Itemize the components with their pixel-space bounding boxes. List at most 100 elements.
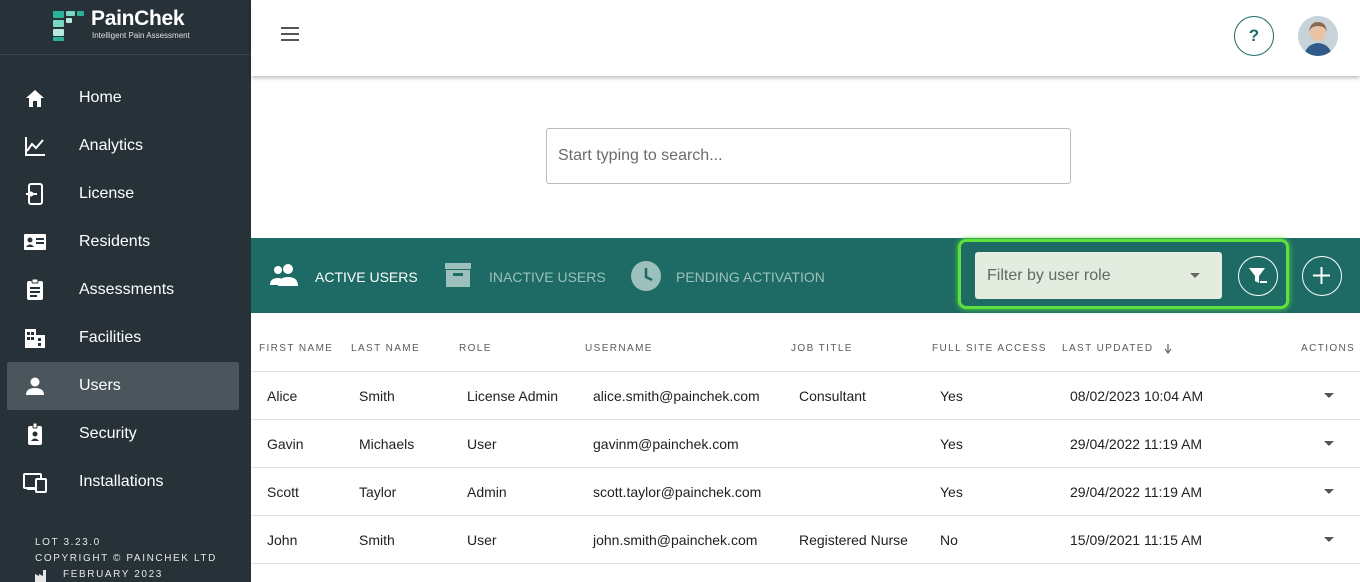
copyright-text: COPYRIGHT © PAINCHEK LTD — [35, 553, 217, 564]
cell-role: Admin — [467, 484, 507, 500]
sidebar-footer: LOT 3.23.0 COPYRIGHT © PAINCHEK LTD FEBR… — [35, 535, 217, 582]
avatar[interactable] — [1298, 16, 1338, 56]
sidebar-item-label: Facilities — [79, 329, 142, 346]
cell-last-name: Smith — [359, 388, 395, 404]
sidebar: PainChek Intelligent Pain Assessment Hom… — [0, 0, 251, 582]
tab-active-users[interactable]: ACTIVE USERS — [269, 238, 418, 313]
sidebar-item-label: Assessments — [79, 281, 175, 298]
release-date-row: FEBRUARY 2023 — [35, 567, 217, 582]
tab-pending-activation[interactable]: PENDING ACTIVATION — [630, 238, 830, 313]
add-user-button[interactable] — [1302, 256, 1342, 296]
cell-last-name: Smith — [359, 532, 395, 548]
cell-last-updated: 15/09/2021 11:15 AM — [1070, 532, 1203, 548]
painchek-logo-icon — [53, 11, 84, 41]
brand-name: PainChek — [91, 7, 185, 30]
cell-last-updated: 08/02/2023 10:04 AM — [1070, 388, 1204, 404]
clear-filter-button[interactable] — [1238, 256, 1278, 296]
release-date: FEBRUARY 2023 — [63, 569, 163, 580]
cell-role: User — [467, 436, 497, 452]
version-text: LOT 3.23.0 — [35, 537, 101, 548]
sidebar-item-license[interactable]: License — [7, 170, 239, 218]
tab-inactive-users[interactable]: INACTIVE USERS — [444, 238, 606, 313]
sidebar-item-label: Installations — [79, 473, 164, 490]
sidebar-item-label: Users — [79, 377, 121, 394]
cell-first-name: Alice — [267, 388, 298, 404]
top-header: ? — [251, 0, 1360, 76]
person-icon — [26, 377, 44, 395]
tab-label: ACTIVE USERS — [315, 269, 418, 285]
plus-icon — [1313, 267, 1330, 284]
row-actions-dropdown-icon[interactable] — [1324, 393, 1334, 398]
home-icon — [26, 90, 44, 107]
user-avatar-icon — [1298, 16, 1338, 56]
table-row[interactable]: Gavin Michaels User gavinm@painchek.com … — [251, 420, 1360, 468]
column-header-first-name[interactable]: FIRST NAME — [259, 343, 333, 354]
column-header-full-site-access[interactable]: FULL SITE ACCESS — [932, 343, 1047, 354]
factory-icon — [35, 570, 46, 582]
cell-username: alice.smith@painchek.com — [593, 388, 760, 404]
sidebar-nav: Home Analytics License Residents Assessm… — [7, 74, 239, 506]
cell-job-title: Registered Nurse — [799, 532, 908, 548]
sidebar-item-assessments[interactable]: Assessments — [7, 266, 239, 314]
column-header-last-name[interactable]: LAST NAME — [351, 343, 420, 354]
search-input[interactable] — [546, 128, 1071, 184]
sidebar-item-label: Security — [79, 425, 137, 442]
archive-icon — [445, 263, 471, 287]
column-header-last-updated[interactable]: LAST UPDATED — [1062, 343, 1153, 354]
building-icon — [25, 329, 45, 348]
table-row[interactable]: Alice Smith License Admin alice.smith@pa… — [251, 372, 1360, 420]
logo[interactable]: PainChek Intelligent Pain Assessment — [0, 0, 251, 55]
chevron-down-icon — [1190, 273, 1200, 278]
sort-arrow-down-icon[interactable] — [1164, 344, 1172, 354]
clock-icon — [631, 261, 661, 291]
sidebar-item-label: License — [79, 185, 135, 202]
sidebar-item-users[interactable]: Users — [7, 362, 239, 410]
row-actions-dropdown-icon[interactable] — [1324, 441, 1334, 446]
table-header: FIRST NAME LAST NAME ROLE USERNAME JOB T… — [251, 313, 1360, 372]
sidebar-item-analytics[interactable]: Analytics — [7, 122, 239, 170]
users-table: FIRST NAME LAST NAME ROLE USERNAME JOB T… — [251, 313, 1360, 564]
cell-full-site-access: Yes — [940, 436, 963, 452]
sidebar-item-installations[interactable]: Installations — [7, 458, 239, 506]
sidebar-item-facilities[interactable]: Facilities — [7, 314, 239, 362]
chart-line-icon — [25, 137, 45, 156]
table-row[interactable]: Scott Taylor Admin scott.taylor@painchek… — [251, 468, 1360, 516]
cell-username: john.smith@painchek.com — [593, 532, 758, 548]
user-tabs-bar: ACTIVE USERS INACTIVE USERS PENDING ACTI… — [251, 238, 1360, 313]
devices-icon — [23, 473, 47, 493]
tab-label: INACTIVE USERS — [489, 269, 606, 285]
role-filter-placeholder: Filter by user role — [987, 267, 1111, 284]
security-badge-icon — [28, 423, 42, 445]
cell-username: scott.taylor@painchek.com — [593, 484, 762, 500]
clipboard-icon — [27, 279, 43, 300]
cell-full-site-access: Yes — [940, 484, 963, 500]
tab-label: PENDING ACTIVATION — [676, 269, 825, 285]
sidebar-item-home[interactable]: Home — [7, 74, 239, 122]
sidebar-item-security[interactable]: Security — [7, 410, 239, 458]
cell-first-name: Scott — [267, 484, 299, 500]
filter-remove-icon — [1249, 268, 1267, 283]
cell-last-updated: 29/04/2022 11:19 AM — [1070, 436, 1203, 452]
cell-last-name: Michaels — [359, 436, 415, 452]
column-header-username[interactable]: USERNAME — [585, 343, 653, 354]
sidebar-item-label: Residents — [79, 233, 151, 250]
cell-last-updated: 29/04/2022 11:19 AM — [1070, 484, 1203, 500]
hamburger-menu-icon[interactable] — [281, 27, 301, 45]
column-header-job-title[interactable]: JOB TITLE — [791, 343, 853, 354]
cell-first-name: John — [267, 532, 298, 548]
table-row[interactable]: John Smith User john.smith@painchek.com … — [251, 516, 1360, 564]
license-icon — [26, 183, 43, 205]
cell-username: gavinm@painchek.com — [593, 436, 739, 452]
row-actions-dropdown-icon[interactable] — [1324, 537, 1334, 542]
id-card-icon — [24, 234, 46, 250]
role-filter-select[interactable]: Filter by user role — [975, 252, 1222, 299]
column-header-role[interactable]: ROLE — [459, 343, 492, 354]
help-button[interactable]: ? — [1234, 16, 1274, 56]
cell-job-title: Consultant — [799, 388, 866, 404]
row-actions-dropdown-icon[interactable] — [1324, 489, 1334, 494]
sidebar-item-label: Analytics — [79, 137, 144, 154]
cell-full-site-access: Yes — [940, 388, 963, 404]
column-header-actions: ACTIONS — [1301, 343, 1356, 354]
sidebar-item-residents[interactable]: Residents — [7, 218, 239, 266]
sidebar-item-label: Home — [79, 89, 122, 106]
